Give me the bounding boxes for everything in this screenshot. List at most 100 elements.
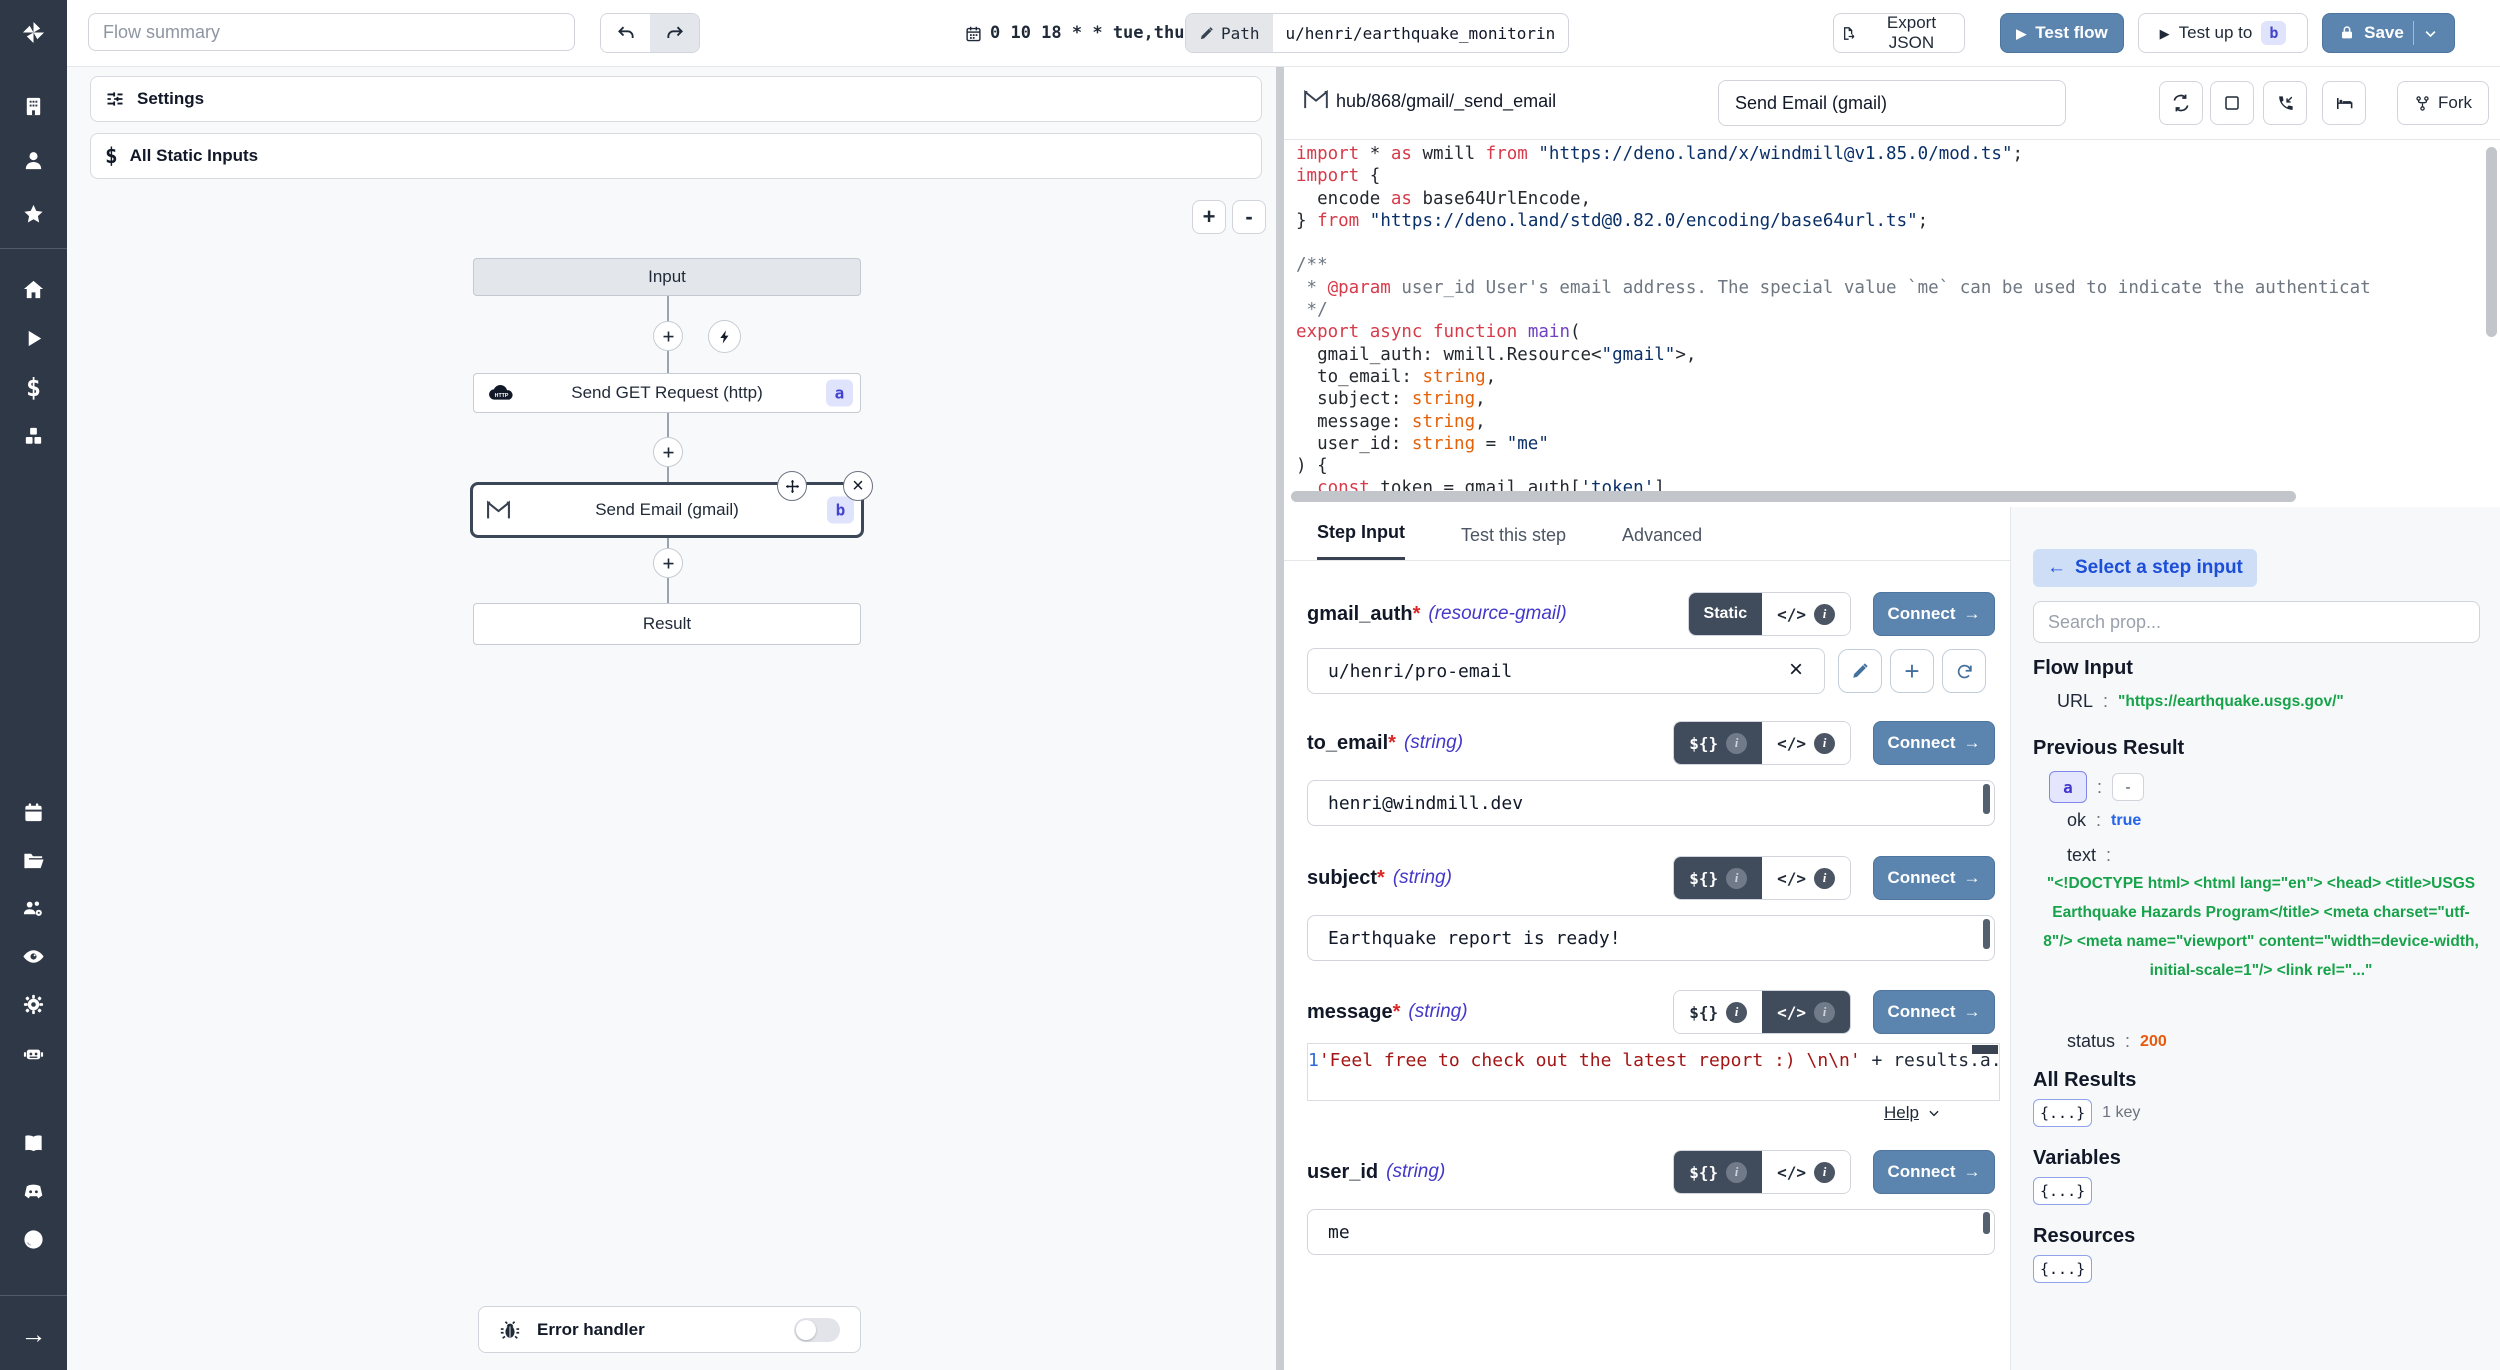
js-mode-segment[interactable]: </>i bbox=[1762, 722, 1850, 764]
template-mode-segment[interactable]: ${}i bbox=[1674, 722, 1762, 764]
panel-divider[interactable] bbox=[1276, 67, 1284, 1370]
chevron-down-icon[interactable] bbox=[2423, 26, 2438, 41]
resources-cubes-icon[interactable] bbox=[0, 418, 67, 454]
all-results-expand-badge[interactable]: {...} bbox=[2033, 1099, 2092, 1127]
connect-button[interactable]: Connect→ bbox=[1873, 856, 1995, 900]
audit-eye-icon[interactable] bbox=[0, 938, 67, 974]
collapsed-value-badge[interactable]: - bbox=[2112, 773, 2144, 801]
flow-node-result[interactable]: Result bbox=[473, 603, 861, 645]
resource-path-input[interactable] bbox=[1307, 648, 1825, 694]
discord-icon[interactable] bbox=[0, 1173, 67, 1209]
home-icon[interactable] bbox=[0, 271, 67, 307]
js-mode-segment[interactable]: </>i bbox=[1762, 991, 1850, 1033]
subject-input[interactable] bbox=[1307, 915, 1995, 961]
resources-expand-badge[interactable]: {...} bbox=[2033, 1255, 2092, 1283]
runs-play-icon[interactable] bbox=[0, 320, 67, 356]
static-mode-segment[interactable]: Static bbox=[1689, 593, 1763, 635]
tab-step-input[interactable]: Step Input bbox=[1317, 522, 1405, 560]
flow-node-input[interactable]: Input bbox=[473, 258, 861, 296]
all-static-inputs-bar[interactable]: $ All Static Inputs bbox=[90, 133, 1262, 179]
add-resource-button[interactable]: + bbox=[1890, 649, 1934, 693]
workspace-building-icon[interactable] bbox=[0, 88, 67, 124]
js-mode-segment[interactable]: </>i bbox=[1762, 857, 1850, 899]
workers-robot-icon[interactable] bbox=[0, 1035, 67, 1071]
variables-expand-badge[interactable]: {...} bbox=[2033, 1177, 2092, 1205]
settings-gear-icon[interactable] bbox=[0, 986, 67, 1022]
help-link[interactable]: Help bbox=[1884, 1103, 1941, 1123]
connect-button[interactable]: Connect→ bbox=[1873, 592, 1995, 636]
text-row[interactable]: text : bbox=[2067, 845, 2111, 866]
status-row[interactable]: status : 200 bbox=[2067, 1031, 2167, 1052]
add-step-button[interactable] bbox=[653, 548, 683, 578]
suspend-bed-button[interactable] bbox=[2322, 81, 2366, 125]
to-email-input[interactable] bbox=[1307, 780, 1995, 826]
refresh-resource-button[interactable] bbox=[1942, 649, 1986, 693]
test-flow-button[interactable]: ▶ Test flow bbox=[2000, 13, 2124, 53]
error-handler-bar[interactable]: Error handler bbox=[478, 1306, 861, 1353]
webhook-phone-button[interactable] bbox=[2263, 81, 2307, 125]
editor-horizontal-scrollbar[interactable] bbox=[1291, 491, 2296, 502]
folders-icon[interactable] bbox=[0, 842, 67, 878]
schedules-calendar-icon[interactable] bbox=[0, 794, 67, 830]
expand-editor-button[interactable] bbox=[2210, 81, 2254, 125]
user-icon[interactable] bbox=[0, 142, 67, 178]
add-step-button[interactable] bbox=[653, 437, 683, 467]
text-value[interactable]: "<!DOCTYPE html> <html lang="en"> <head>… bbox=[2041, 869, 2481, 985]
error-handler-toggle[interactable] bbox=[794, 1318, 840, 1342]
github-icon[interactable] bbox=[0, 1221, 67, 1257]
template-mode-segment[interactable]: ${}i bbox=[1674, 857, 1762, 899]
path-pill[interactable]: Path u/henri/earthquake_monitorin bbox=[1185, 13, 1569, 53]
input-scroll-nub[interactable] bbox=[1983, 1212, 1990, 1234]
select-step-input-badge[interactable]: ← Select a step input bbox=[2033, 549, 2257, 587]
calendar-icon bbox=[965, 25, 982, 42]
sync-script-button[interactable] bbox=[2159, 81, 2203, 125]
editor-vertical-scrollbar[interactable] bbox=[2486, 147, 2497, 337]
js-mode-segment[interactable]: </>i bbox=[1762, 593, 1850, 635]
redo-button[interactable] bbox=[650, 14, 699, 52]
undo-button[interactable] bbox=[601, 14, 650, 52]
delete-step-button[interactable]: × bbox=[843, 471, 873, 501]
code-editor[interactable]: import * as wmill from "https://deno.lan… bbox=[1284, 143, 2491, 493]
tab-test-this-step[interactable]: Test this step bbox=[1461, 525, 1566, 560]
add-step-button[interactable] bbox=[653, 321, 683, 351]
export-json-button[interactable]: Export JSON bbox=[1833, 13, 1965, 53]
flow-settings-bar[interactable]: Settings bbox=[90, 76, 1262, 122]
expand-sidebar-arrow-icon[interactable]: → bbox=[0, 1316, 67, 1352]
groups-icon[interactable] bbox=[0, 890, 67, 926]
template-mode-segment[interactable]: ${}i bbox=[1674, 1151, 1762, 1193]
docs-book-icon[interactable] bbox=[0, 1125, 67, 1161]
search-prop-input[interactable] bbox=[2033, 601, 2480, 643]
clear-resource-icon[interactable]: × bbox=[1789, 658, 1803, 682]
template-mode-segment[interactable]: ${}i bbox=[1674, 991, 1762, 1033]
toggle-knob bbox=[796, 1320, 816, 1340]
input-scroll-nub[interactable] bbox=[1983, 919, 1990, 949]
js-mode-segment[interactable]: </>i bbox=[1762, 1151, 1850, 1193]
flow-node-get-request[interactable]: HTTP Send GET Request (http) a bbox=[473, 373, 861, 413]
variables-dollar-icon[interactable]: $ bbox=[0, 369, 67, 405]
user-id-input[interactable] bbox=[1307, 1209, 1995, 1255]
windmill-logo-icon[interactable] bbox=[0, 14, 67, 50]
step-summary-input[interactable] bbox=[1718, 80, 2066, 126]
favorites-star-icon[interactable] bbox=[0, 196, 67, 232]
editor-scroll-nub[interactable] bbox=[1972, 1045, 1998, 1054]
test-up-to-button[interactable]: ▶ Test up to b bbox=[2138, 13, 2308, 53]
ok-row[interactable]: ok : true bbox=[2067, 810, 2141, 831]
fork-button[interactable]: Fork bbox=[2397, 81, 2489, 125]
trigger-bolt-button[interactable] bbox=[708, 320, 741, 353]
flow-canvas[interactable]: Settings $ All Static Inputs + - Input H… bbox=[67, 67, 1276, 1370]
zoom-in-button[interactable]: + bbox=[1192, 200, 1226, 234]
connect-button[interactable]: Connect→ bbox=[1873, 990, 1995, 1034]
flow-summary-input[interactable] bbox=[88, 13, 575, 51]
edit-resource-button[interactable] bbox=[1838, 649, 1882, 693]
message-expression-editor[interactable]: 1 'Feel free to check out the latest rep… bbox=[1307, 1043, 2000, 1101]
step-a-key-badge[interactable]: a bbox=[2049, 771, 2087, 803]
connect-button[interactable]: Connect→ bbox=[1873, 721, 1995, 765]
schedule-display[interactable]: 0 10 18 * * tue,thu bbox=[965, 0, 1184, 66]
flow-input-url-row[interactable]: URL : "https://earthquake.usgs.gov/" bbox=[2057, 691, 2344, 712]
move-step-handle[interactable] bbox=[777, 471, 807, 501]
zoom-out-button[interactable]: - bbox=[1232, 200, 1266, 234]
input-scroll-nub[interactable] bbox=[1983, 784, 1990, 814]
save-button[interactable]: Save bbox=[2322, 13, 2455, 53]
tab-advanced[interactable]: Advanced bbox=[1622, 525, 1702, 560]
connect-button[interactable]: Connect→ bbox=[1873, 1150, 1995, 1194]
